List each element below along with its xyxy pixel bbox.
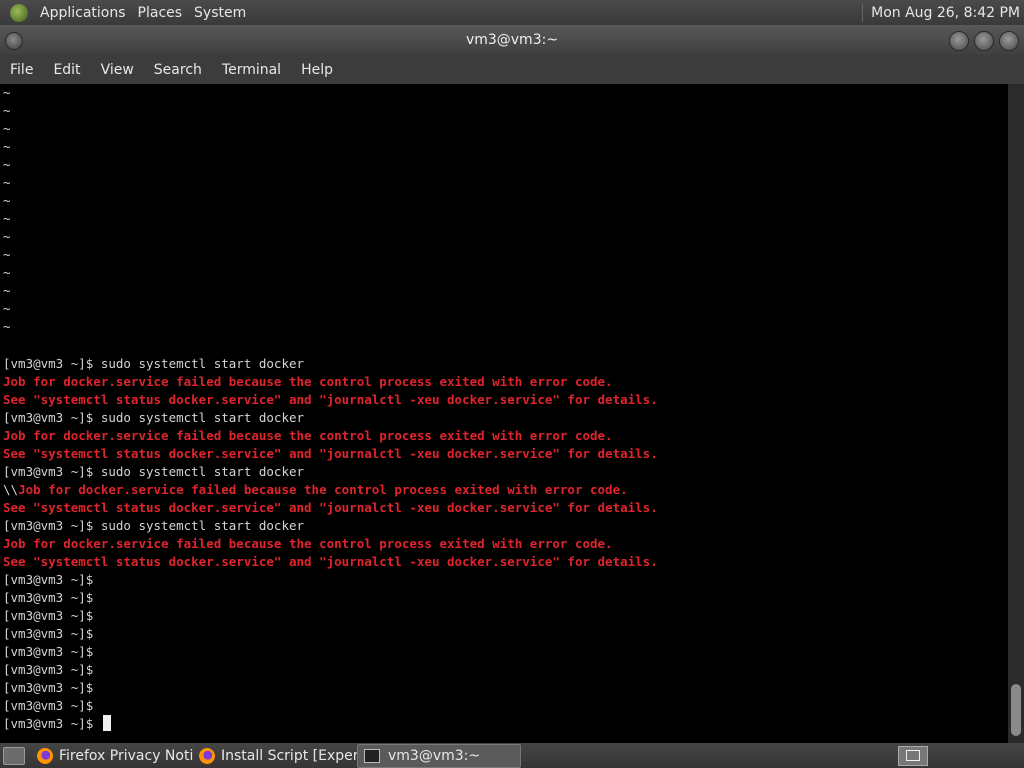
line-text: [vm3@vm3 ~]$ (3, 662, 94, 677)
tilde-line: ~ (3, 157, 11, 172)
terminal-scrollbar[interactable] (1008, 84, 1024, 743)
line-text: [vm3@vm3 ~]$ (3, 716, 101, 731)
prompt-line: [vm3@vm3 ~]$ (3, 661, 658, 679)
clock[interactable]: Mon Aug 26, 8:42 PM (871, 5, 1020, 21)
prompt-line: [vm3@vm3 ~]$ sudo systemctl start docker (3, 463, 658, 481)
error-line: See "systemctl status docker.service" an… (3, 445, 658, 463)
menu-help[interactable]: Help (291, 62, 343, 78)
task-install-script[interactable]: Install Script [Experi... (193, 745, 357, 767)
line-text: [vm3@vm3 ~]$ sudo systemctl start docker (3, 356, 305, 371)
line-text: Job for docker.service failed because th… (18, 482, 628, 497)
window-menu-icon[interactable] (5, 32, 23, 50)
prompt-line: [vm3@vm3 ~]$ (3, 697, 658, 715)
tilde-line: ~ (3, 103, 11, 118)
error-line: \\Job for docker.service failed because … (3, 481, 658, 499)
workspace-switcher[interactable] (898, 745, 928, 766)
line-text: Job for docker.service failed because th… (3, 428, 613, 443)
error-line: See "systemctl status docker.service" an… (3, 499, 658, 517)
window-title: vm3@vm3:~ (465, 32, 559, 48)
vim-tilde-lines: ~ ~ ~ ~ ~ ~ ~ ~ ~ ~ ~ ~ ~ ~ (0, 84, 1008, 336)
maximize-button[interactable] (974, 31, 994, 51)
prompt-line: [vm3@vm3 ~]$ (3, 679, 658, 697)
window-titlebar[interactable]: vm3@vm3:~ (0, 25, 1024, 55)
line-text: [vm3@vm3 ~]$ (3, 698, 94, 713)
menu-search[interactable]: Search (144, 62, 212, 78)
task-label: Firefox Privacy Notic... (59, 747, 193, 764)
panel-menu-system[interactable]: System (188, 5, 252, 21)
tilde-line: ~ (3, 121, 11, 136)
prompt-line: [vm3@vm3 ~]$ sudo systemctl start docker (3, 517, 658, 535)
workspace-icon (906, 750, 920, 761)
line-text: [vm3@vm3 ~]$ (3, 608, 94, 623)
line-text: See "systemctl status docker.service" an… (3, 500, 658, 515)
error-line: See "systemctl status docker.service" an… (3, 553, 658, 571)
minimize-button[interactable] (949, 31, 969, 51)
terminal-icon (364, 748, 380, 763)
line-text: Job for docker.service failed because th… (3, 536, 613, 551)
line-text: [vm3@vm3 ~]$ (3, 590, 94, 605)
line-text: [vm3@vm3 ~]$ sudo systemctl start docker (3, 518, 305, 533)
top-panel: Applications Places System Mon Aug 26, 8… (0, 0, 1024, 25)
line-text: [vm3@vm3 ~]$ (3, 626, 94, 641)
line-prefix: \\ (3, 482, 19, 497)
prompt-line: [vm3@vm3 ~]$ (3, 607, 658, 625)
prompt-line: [vm3@vm3 ~]$ (3, 643, 658, 661)
close-button[interactable] (999, 31, 1019, 51)
panel-menu-applications[interactable]: Applications (34, 5, 132, 21)
line-text: Job for docker.service failed because th… (3, 374, 613, 389)
task-terminal[interactable]: vm3@vm3:~ (357, 743, 521, 768)
error-line: Job for docker.service failed because th… (3, 535, 658, 553)
applications-logo-icon[interactable] (10, 3, 28, 22)
menu-bar: File Edit View Search Terminal Help (0, 55, 1024, 84)
menu-terminal[interactable]: Terminal (212, 62, 291, 78)
menu-file[interactable]: File (0, 62, 43, 78)
task-label: Install Script [Experi... (221, 747, 357, 764)
prompt-line: [vm3@vm3 ~]$ sudo systemctl start docker (3, 355, 658, 373)
show-desktop-icon[interactable] (3, 746, 25, 765)
terminal-history: [vm3@vm3 ~]$ sudo systemctl start docker… (0, 355, 658, 733)
task-firefox-privacy[interactable]: Firefox Privacy Notic... (31, 745, 193, 767)
tilde-line: ~ (3, 139, 11, 154)
tilde-line: ~ (3, 301, 11, 316)
prompt-line: [vm3@vm3 ~]$ (3, 625, 658, 643)
firefox-icon (199, 747, 215, 764)
tilde-line: ~ (3, 229, 11, 244)
error-line: Job for docker.service failed because th… (3, 373, 658, 391)
tilde-line: ~ (3, 211, 11, 226)
line-text: [vm3@vm3 ~]$ (3, 680, 94, 695)
menu-view[interactable]: View (91, 62, 144, 78)
task-label: vm3@vm3:~ (388, 747, 481, 764)
tilde-line: ~ (3, 193, 11, 208)
tilde-line: ~ (3, 85, 11, 100)
tilde-line: ~ (3, 247, 11, 262)
panel-menu-places[interactable]: Places (132, 5, 189, 21)
prompt-line: [vm3@vm3 ~]$ (3, 589, 658, 607)
tilde-line: ~ (3, 265, 11, 280)
error-line: See "systemctl status docker.service" an… (3, 391, 658, 409)
menu-edit[interactable]: Edit (43, 62, 90, 78)
tilde-line: ~ (3, 283, 11, 298)
scrollbar-thumb[interactable] (1011, 684, 1021, 736)
terminal-output[interactable]: ~ ~ ~ ~ ~ ~ ~ ~ ~ ~ ~ ~ ~ ~ [vm3@vm3 ~]$ sudo systemc… (0, 84, 1008, 743)
line-text: [vm3@vm3 ~]$ (3, 644, 94, 659)
line-text: See "systemctl status docker.service" an… (3, 446, 658, 461)
bottom-panel: Firefox Privacy Notic... Install Script … (0, 743, 1024, 768)
error-line: Job for docker.service failed because th… (3, 427, 658, 445)
text-cursor (102, 715, 111, 731)
tilde-line: ~ (3, 319, 11, 334)
line-text: [vm3@vm3 ~]$ (3, 572, 94, 587)
line-text: See "systemctl status docker.service" an… (3, 392, 658, 407)
prompt-line: [vm3@vm3 ~]$ (3, 715, 658, 733)
line-text: [vm3@vm3 ~]$ sudo systemctl start docker (3, 464, 305, 479)
panel-separator (862, 3, 864, 22)
line-text: See "systemctl status docker.service" an… (3, 554, 658, 569)
tilde-line: ~ (3, 175, 11, 190)
firefox-icon (37, 747, 53, 764)
prompt-line: [vm3@vm3 ~]$ (3, 571, 658, 589)
prompt-line: [vm3@vm3 ~]$ sudo systemctl start docker (3, 409, 658, 427)
line-text: [vm3@vm3 ~]$ sudo systemctl start docker (3, 410, 305, 425)
